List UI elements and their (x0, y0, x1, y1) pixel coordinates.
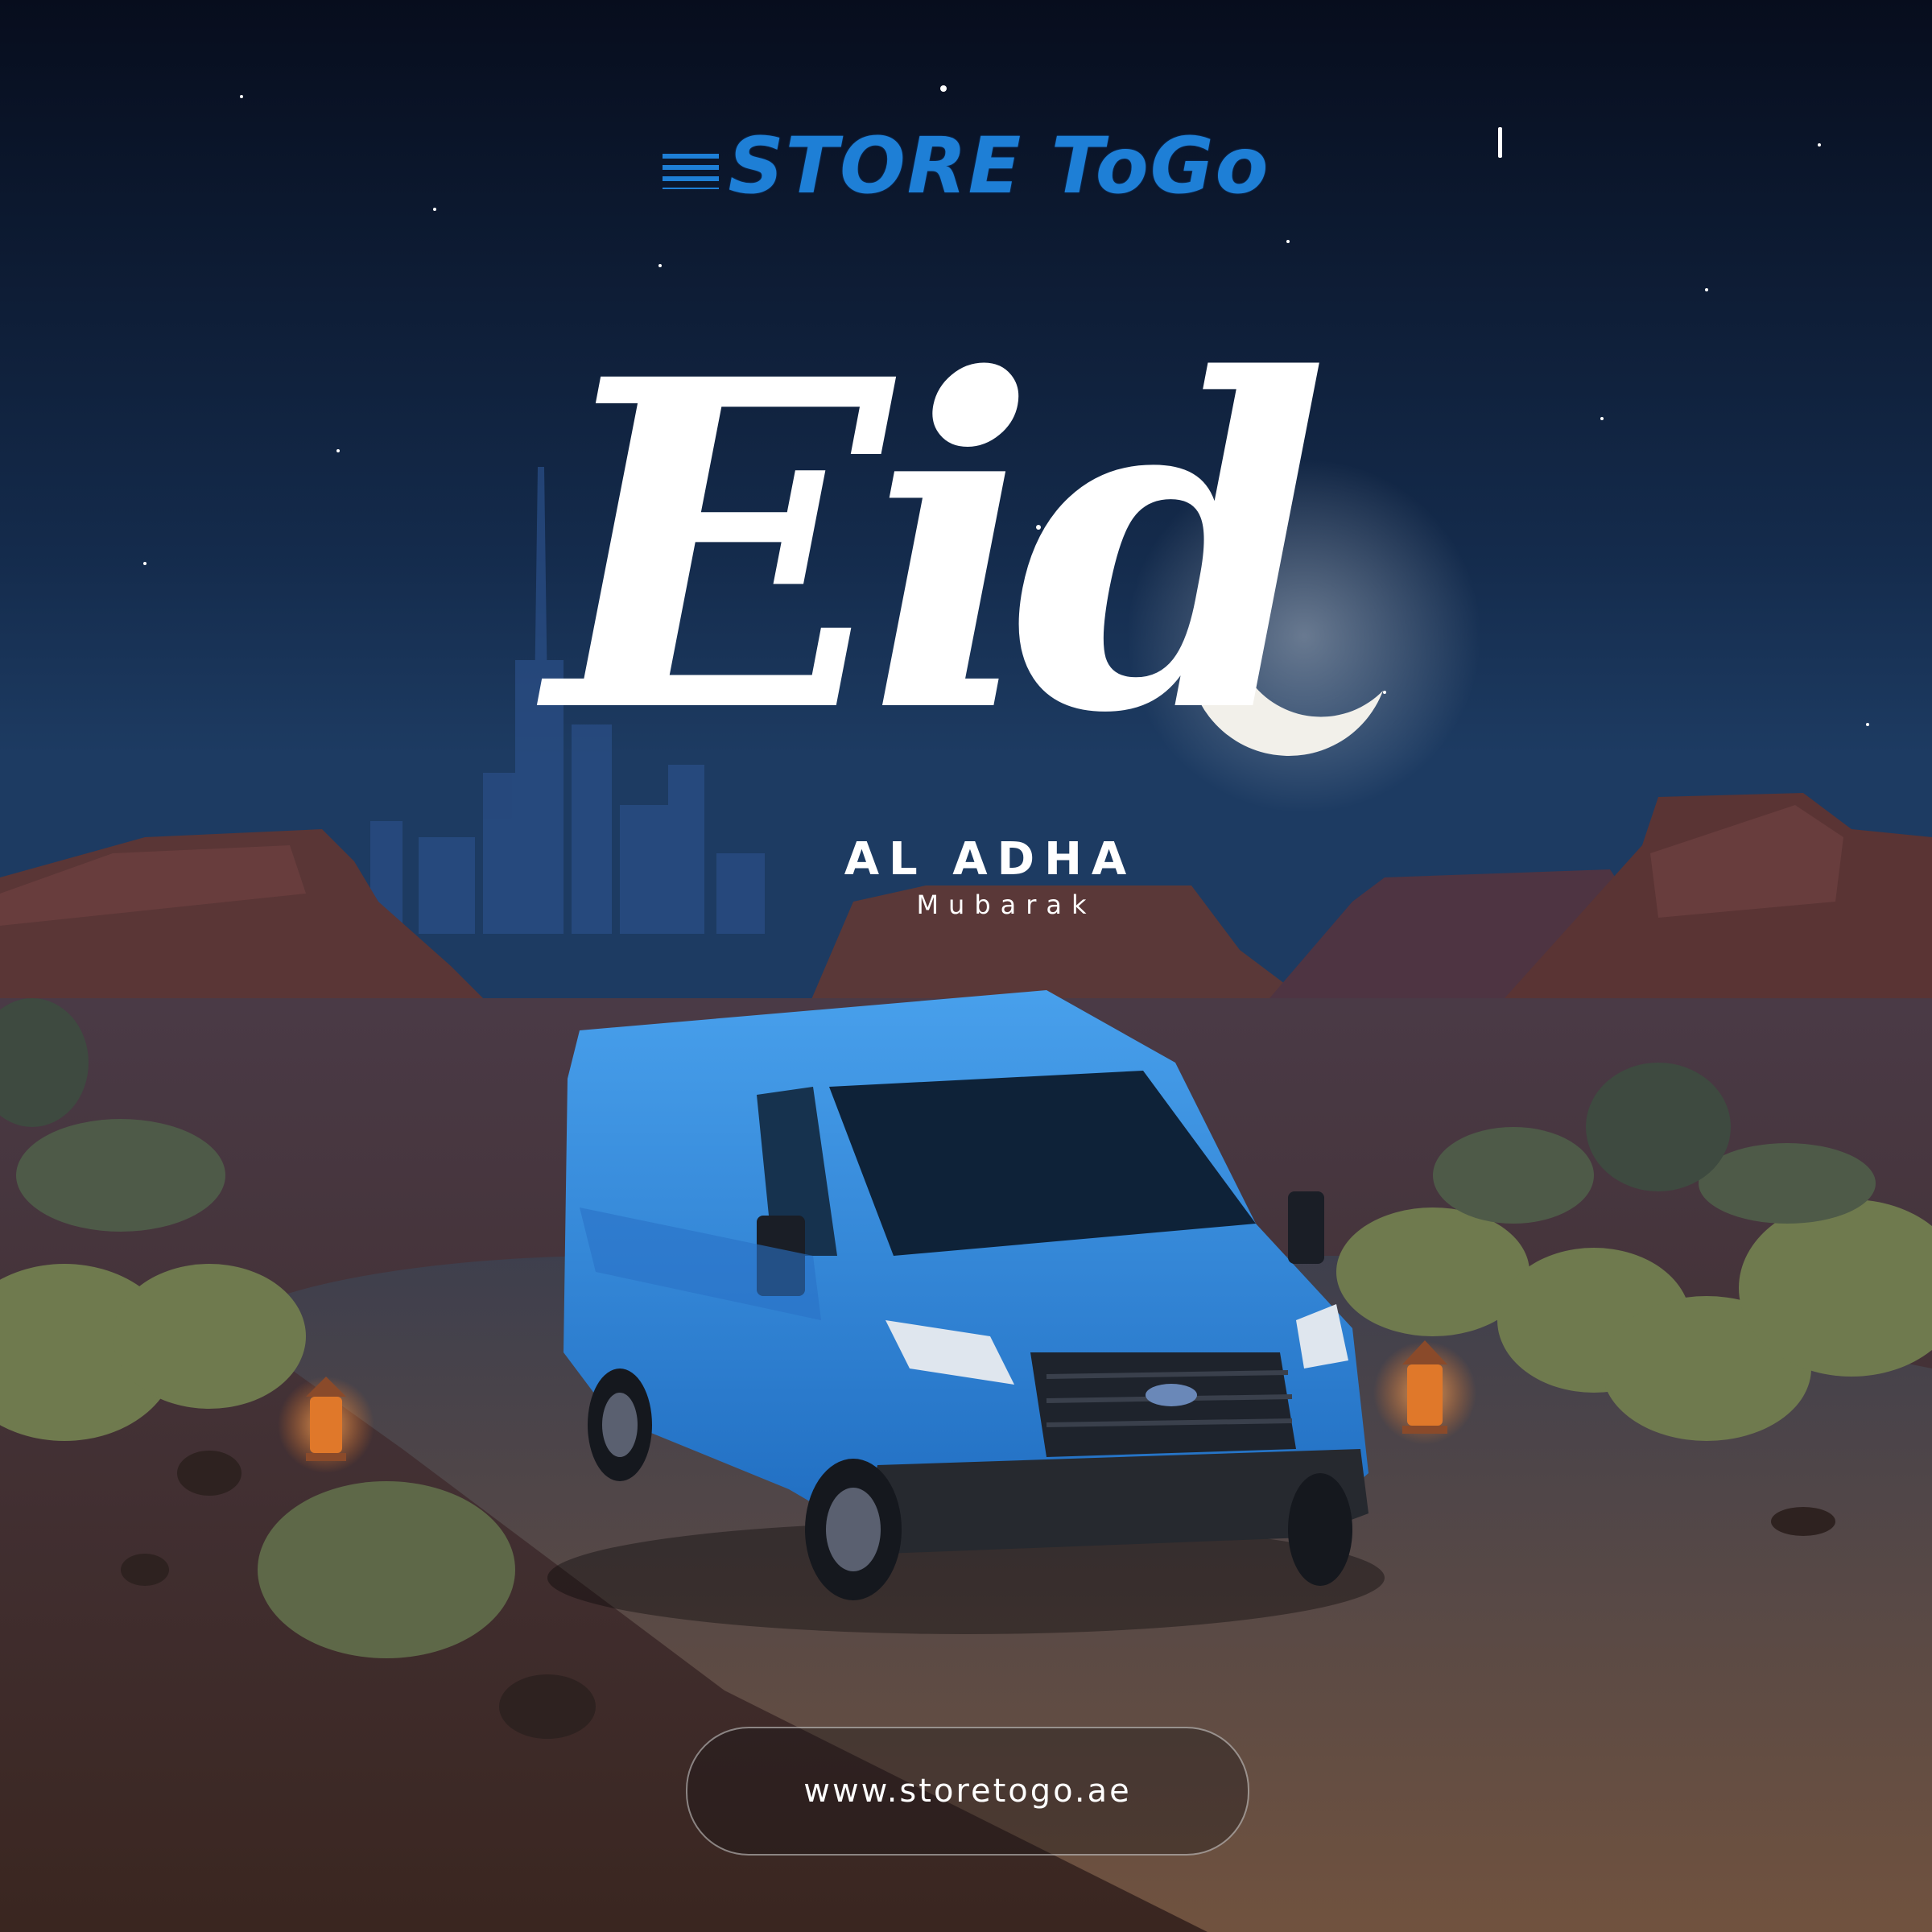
logo-text: STORE ToGo (728, 121, 1270, 211)
lantern-right (1373, 1340, 1476, 1444)
website-pill-button[interactable]: www.storetogo.ae (686, 1727, 1249, 1856)
website-url[interactable]: www.storetogo.ae (803, 1773, 1132, 1810)
storetogo-logo: STORE ToGo (0, 121, 1932, 211)
eid-headline: Eid (547, 283, 1329, 812)
al-adha-subtitle: AL ADHA (844, 833, 1137, 886)
lantern-left (278, 1377, 374, 1473)
mubarak-tagline: Mubarak (916, 890, 1096, 920)
speed-lines-icon (662, 153, 719, 189)
